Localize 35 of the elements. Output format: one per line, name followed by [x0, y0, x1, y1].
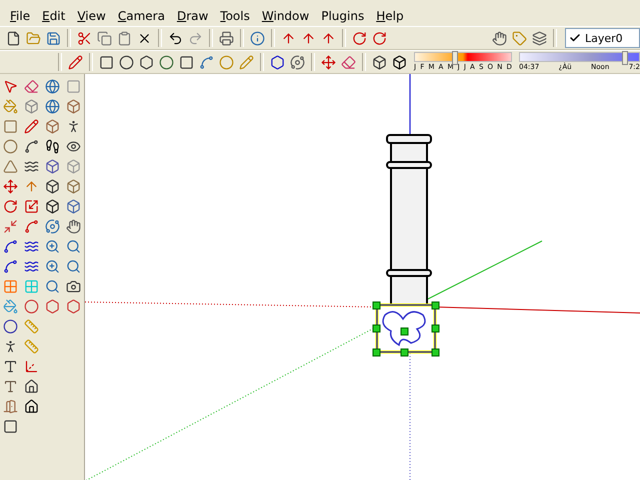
- slider-thumb[interactable]: [452, 51, 458, 65]
- print-icon[interactable]: [217, 28, 236, 48]
- orbit-icon[interactable]: [288, 52, 307, 72]
- menu-item[interactable]: Help: [370, 9, 410, 23]
- slider-thumb[interactable]: [622, 51, 628, 65]
- menu-item[interactable]: Plugins: [315, 9, 370, 23]
- orbit-icon[interactable]: [43, 217, 62, 236]
- time-slider[interactable]: [519, 52, 640, 62]
- menu-item[interactable]: Window: [256, 9, 316, 23]
- hand-icon[interactable]: [64, 217, 83, 236]
- layer-dropdown[interactable]: Layer0: [565, 28, 640, 48]
- layers-icon[interactable]: [530, 28, 549, 48]
- globe-icon[interactable]: [43, 77, 62, 96]
- door-icon[interactable]: [1, 397, 20, 416]
- arrow-icon[interactable]: [319, 52, 338, 72]
- menu-item[interactable]: View: [71, 9, 112, 23]
- month-slider[interactable]: [414, 52, 512, 62]
- pencil-icon[interactable]: [22, 117, 41, 136]
- menu-item[interactable]: File: [4, 9, 36, 23]
- copy-icon[interactable]: [95, 28, 114, 48]
- move-icon[interactable]: [1, 177, 20, 196]
- menu-item[interactable]: Tools: [214, 9, 256, 23]
- menu-item[interactable]: Draw: [170, 9, 214, 23]
- menu-item[interactable]: Camera: [112, 9, 171, 23]
- info-icon[interactable]: [248, 28, 267, 48]
- globe-icon[interactable]: [43, 97, 62, 116]
- tag-icon[interactable]: [510, 28, 529, 48]
- paint-bucket-icon[interactable]: [1, 97, 20, 116]
- circle-icon[interactable]: [157, 52, 176, 72]
- pencil-icon[interactable]: [66, 52, 85, 72]
- pencil-icon[interactable]: [237, 52, 256, 72]
- check-icon: [569, 32, 581, 44]
- hand-icon[interactable]: [490, 28, 509, 48]
- menu-item[interactable]: Edit: [36, 9, 72, 23]
- circle-icon[interactable]: [117, 52, 136, 72]
